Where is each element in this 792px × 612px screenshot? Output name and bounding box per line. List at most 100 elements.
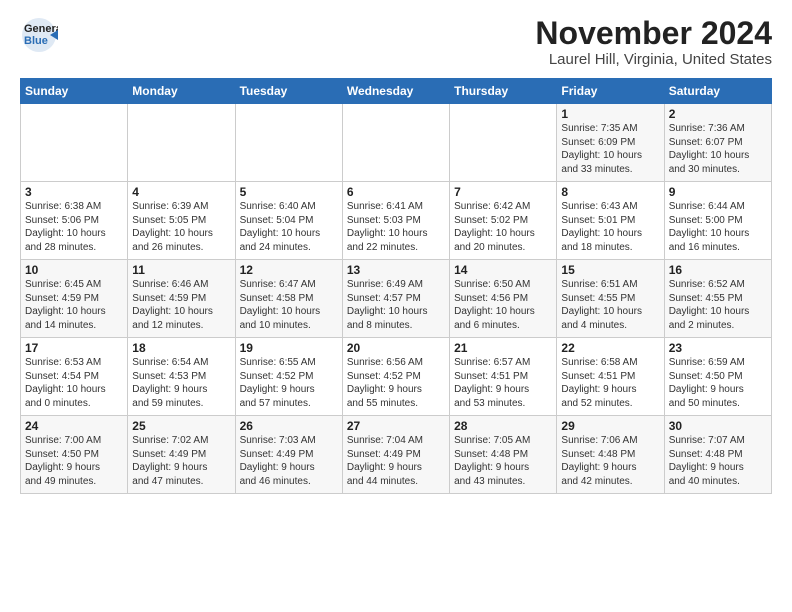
day-number: 3 [25,185,123,199]
header: General Blue November 2024 Laurel Hill, … [20,16,772,68]
day-number: 23 [669,341,767,355]
calendar-cell: 8Sunrise: 6:43 AM Sunset: 5:01 PM Daylig… [557,182,664,260]
svg-text:Blue: Blue [24,35,48,47]
calendar-cell: 26Sunrise: 7:03 AM Sunset: 4:49 PM Dayli… [235,416,342,494]
day-number: 11 [132,263,230,277]
day-info: Sunrise: 6:56 AM Sunset: 4:52 PM Dayligh… [347,356,445,410]
day-number: 7 [454,185,552,199]
calendar-cell: 7Sunrise: 6:42 AM Sunset: 5:02 PM Daylig… [450,182,557,260]
day-info: Sunrise: 6:44 AM Sunset: 5:00 PM Dayligh… [669,200,767,254]
calendar-cell: 29Sunrise: 7:06 AM Sunset: 4:48 PM Dayli… [557,416,664,494]
calendar-cell: 20Sunrise: 6:56 AM Sunset: 4:52 PM Dayli… [342,338,449,416]
weekday-header-saturday: Saturday [664,79,771,104]
day-info: Sunrise: 6:47 AM Sunset: 4:58 PM Dayligh… [240,278,338,332]
day-number: 27 [347,419,445,433]
weekday-header-sunday: Sunday [21,79,128,104]
day-number: 9 [669,185,767,199]
weekday-header-friday: Friday [557,79,664,104]
day-info: Sunrise: 6:55 AM Sunset: 4:52 PM Dayligh… [240,356,338,410]
calendar-cell: 21Sunrise: 6:57 AM Sunset: 4:51 PM Dayli… [450,338,557,416]
calendar-cell: 4Sunrise: 6:39 AM Sunset: 5:05 PM Daylig… [128,182,235,260]
day-info: Sunrise: 7:05 AM Sunset: 4:48 PM Dayligh… [454,434,552,488]
day-info: Sunrise: 7:03 AM Sunset: 4:49 PM Dayligh… [240,434,338,488]
calendar-cell: 27Sunrise: 7:04 AM Sunset: 4:49 PM Dayli… [342,416,449,494]
day-number: 12 [240,263,338,277]
calendar-cell: 11Sunrise: 6:46 AM Sunset: 4:59 PM Dayli… [128,260,235,338]
calendar-cell [342,104,449,182]
day-info: Sunrise: 6:57 AM Sunset: 4:51 PM Dayligh… [454,356,552,410]
day-number: 25 [132,419,230,433]
location-subtitle: Laurel Hill, Virginia, United States [535,51,772,68]
day-number: 15 [561,263,659,277]
day-number: 14 [454,263,552,277]
day-info: Sunrise: 7:04 AM Sunset: 4:49 PM Dayligh… [347,434,445,488]
calendar-week-row: 17Sunrise: 6:53 AM Sunset: 4:54 PM Dayli… [21,338,772,416]
calendar-cell: 3Sunrise: 6:38 AM Sunset: 5:06 PM Daylig… [21,182,128,260]
calendar-cell: 10Sunrise: 6:45 AM Sunset: 4:59 PM Dayli… [21,260,128,338]
day-info: Sunrise: 6:46 AM Sunset: 4:59 PM Dayligh… [132,278,230,332]
weekday-header-tuesday: Tuesday [235,79,342,104]
logo-icon: General Blue [20,16,58,54]
day-info: Sunrise: 6:43 AM Sunset: 5:01 PM Dayligh… [561,200,659,254]
day-number: 22 [561,341,659,355]
calendar-table: SundayMondayTuesdayWednesdayThursdayFrid… [20,78,772,494]
calendar-cell: 14Sunrise: 6:50 AM Sunset: 4:56 PM Dayli… [450,260,557,338]
day-info: Sunrise: 7:02 AM Sunset: 4:49 PM Dayligh… [132,434,230,488]
day-number: 24 [25,419,123,433]
calendar-cell: 2Sunrise: 7:36 AM Sunset: 6:07 PM Daylig… [664,104,771,182]
title-block: November 2024 Laurel Hill, Virginia, Uni… [535,16,772,68]
day-number: 28 [454,419,552,433]
calendar-week-row: 1Sunrise: 7:35 AM Sunset: 6:09 PM Daylig… [21,104,772,182]
day-number: 4 [132,185,230,199]
day-number: 2 [669,107,767,121]
page: General Blue November 2024 Laurel Hill, … [0,0,792,510]
calendar-cell: 6Sunrise: 6:41 AM Sunset: 5:03 PM Daylig… [342,182,449,260]
day-number: 30 [669,419,767,433]
month-year-title: November 2024 [535,16,772,51]
calendar-cell: 25Sunrise: 7:02 AM Sunset: 4:49 PM Dayli… [128,416,235,494]
calendar-cell: 22Sunrise: 6:58 AM Sunset: 4:51 PM Dayli… [557,338,664,416]
day-number: 6 [347,185,445,199]
calendar-cell: 30Sunrise: 7:07 AM Sunset: 4:48 PM Dayli… [664,416,771,494]
calendar-cell: 9Sunrise: 6:44 AM Sunset: 5:00 PM Daylig… [664,182,771,260]
day-info: Sunrise: 6:54 AM Sunset: 4:53 PM Dayligh… [132,356,230,410]
day-info: Sunrise: 7:35 AM Sunset: 6:09 PM Dayligh… [561,122,659,176]
day-info: Sunrise: 6:40 AM Sunset: 5:04 PM Dayligh… [240,200,338,254]
day-info: Sunrise: 6:38 AM Sunset: 5:06 PM Dayligh… [25,200,123,254]
day-number: 26 [240,419,338,433]
day-info: Sunrise: 6:53 AM Sunset: 4:54 PM Dayligh… [25,356,123,410]
weekday-header-row: SundayMondayTuesdayWednesdayThursdayFrid… [21,79,772,104]
calendar-cell: 19Sunrise: 6:55 AM Sunset: 4:52 PM Dayli… [235,338,342,416]
day-number: 1 [561,107,659,121]
calendar-cell [235,104,342,182]
day-info: Sunrise: 6:49 AM Sunset: 4:57 PM Dayligh… [347,278,445,332]
day-info: Sunrise: 6:58 AM Sunset: 4:51 PM Dayligh… [561,356,659,410]
day-number: 8 [561,185,659,199]
day-info: Sunrise: 7:00 AM Sunset: 4:50 PM Dayligh… [25,434,123,488]
day-number: 17 [25,341,123,355]
day-number: 18 [132,341,230,355]
day-number: 10 [25,263,123,277]
day-info: Sunrise: 6:59 AM Sunset: 4:50 PM Dayligh… [669,356,767,410]
calendar-cell: 5Sunrise: 6:40 AM Sunset: 5:04 PM Daylig… [235,182,342,260]
day-info: Sunrise: 6:45 AM Sunset: 4:59 PM Dayligh… [25,278,123,332]
day-number: 19 [240,341,338,355]
calendar-cell [21,104,128,182]
day-number: 13 [347,263,445,277]
logo: General Blue [20,16,62,59]
calendar-week-row: 10Sunrise: 6:45 AM Sunset: 4:59 PM Dayli… [21,260,772,338]
weekday-header-monday: Monday [128,79,235,104]
day-info: Sunrise: 7:36 AM Sunset: 6:07 PM Dayligh… [669,122,767,176]
calendar-cell: 12Sunrise: 6:47 AM Sunset: 4:58 PM Dayli… [235,260,342,338]
day-info: Sunrise: 6:39 AM Sunset: 5:05 PM Dayligh… [132,200,230,254]
calendar-cell: 16Sunrise: 6:52 AM Sunset: 4:55 PM Dayli… [664,260,771,338]
calendar-week-row: 24Sunrise: 7:00 AM Sunset: 4:50 PM Dayli… [21,416,772,494]
day-number: 21 [454,341,552,355]
day-number: 20 [347,341,445,355]
weekday-header-wednesday: Wednesday [342,79,449,104]
calendar-cell: 18Sunrise: 6:54 AM Sunset: 4:53 PM Dayli… [128,338,235,416]
day-info: Sunrise: 7:07 AM Sunset: 4:48 PM Dayligh… [669,434,767,488]
calendar-cell: 17Sunrise: 6:53 AM Sunset: 4:54 PM Dayli… [21,338,128,416]
weekday-header-thursday: Thursday [450,79,557,104]
calendar-week-row: 3Sunrise: 6:38 AM Sunset: 5:06 PM Daylig… [21,182,772,260]
